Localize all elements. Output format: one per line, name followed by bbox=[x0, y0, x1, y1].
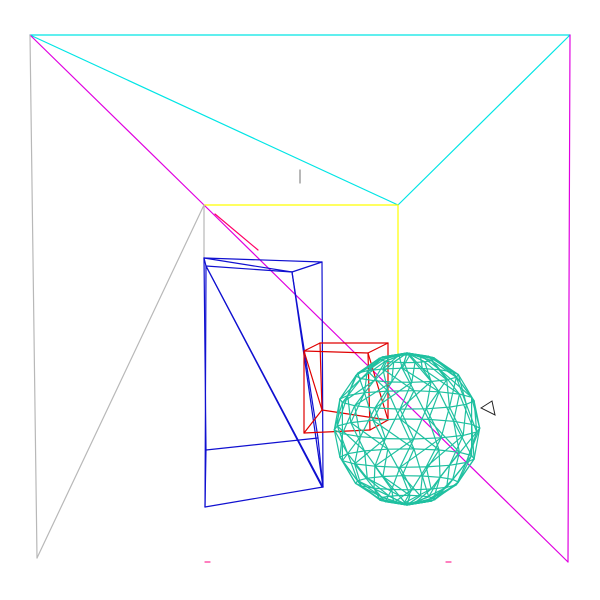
left-front-edge bbox=[29, 34, 38, 559]
beam-upper-segment bbox=[214, 213, 259, 251]
sphere-edge-161 bbox=[413, 390, 440, 393]
tall-box-edge-1 bbox=[291, 261, 323, 273]
left-wall-diagonal-edge bbox=[36, 204, 205, 559]
cube-edge-3 bbox=[303, 350, 369, 354]
sphere-edge-262 bbox=[438, 449, 441, 478]
sphere-wireframe bbox=[333, 352, 481, 506]
scene-overlay bbox=[204, 169, 496, 563]
sphere-edge-95 bbox=[360, 378, 375, 382]
sphere-edge-299 bbox=[366, 475, 384, 479]
sphere-edge-255 bbox=[382, 448, 389, 478]
sphere-edge-248 bbox=[347, 450, 366, 455]
sphere-edge-169 bbox=[458, 393, 473, 425]
sphere-edge-311 bbox=[439, 476, 454, 480]
sphere-edge-131 bbox=[425, 406, 451, 410]
cube-edge-0 bbox=[303, 342, 321, 352]
sphere-edge-233 bbox=[374, 465, 401, 468]
left-top-corner-edge bbox=[29, 34, 205, 206]
game-viewport[interactable] bbox=[0, 0, 600, 600]
sphere-edge-215 bbox=[453, 420, 473, 425]
sphere-edge-261 bbox=[421, 449, 440, 477]
cube-edge-12 bbox=[303, 350, 323, 411]
cube-edge-7 bbox=[319, 342, 323, 411]
sphere-edge-200 bbox=[336, 422, 352, 427]
tall-box-edge-6 bbox=[321, 261, 324, 488]
cube-edge-2 bbox=[367, 342, 389, 354]
sphere-edge-168 bbox=[453, 393, 460, 422]
sphere-edge-307 bbox=[401, 475, 421, 497]
sphere-edge-258 bbox=[401, 448, 415, 477]
sphere-edge-251 bbox=[363, 448, 389, 452]
sphere-edge-347 bbox=[388, 494, 400, 497]
sphere-edge-302 bbox=[382, 475, 403, 478]
sphere-edge-308 bbox=[421, 475, 441, 478]
sphere-edge-184 bbox=[399, 437, 442, 468]
sphere-edge-110 bbox=[382, 367, 403, 370]
sphere-edge-206 bbox=[372, 418, 401, 421]
tall-box-edge-8 bbox=[204, 486, 324, 508]
triangle-icon bbox=[479, 400, 496, 416]
sphere-edge-40 bbox=[411, 361, 416, 383]
ceiling-diagonal-edge bbox=[29, 34, 399, 206]
sphere-edge-231 bbox=[425, 466, 432, 490]
sphere-edge-256 bbox=[387, 448, 403, 477]
tall-box-wireframe bbox=[203, 257, 324, 508]
sphere-edge-309 bbox=[419, 475, 423, 497]
wireframe-scene[interactable] bbox=[0, 0, 600, 600]
sphere-edge-142 bbox=[359, 407, 376, 438]
room-wireframe bbox=[29, 34, 571, 563]
sphere-edge-156 bbox=[350, 392, 366, 424]
tall-box-edge-2 bbox=[205, 265, 293, 273]
right-front-edge bbox=[567, 34, 571, 563]
tall-box-edge-14 bbox=[291, 271, 324, 488]
sphere-edge-182 bbox=[413, 437, 442, 440]
sphere-edge-259 bbox=[413, 448, 423, 477]
ceiling-right-edge bbox=[397, 34, 571, 206]
sphere-edge-86 bbox=[411, 380, 432, 383]
sphere-edge-165 bbox=[428, 391, 440, 420]
sphere-edge-232 bbox=[411, 466, 427, 491]
